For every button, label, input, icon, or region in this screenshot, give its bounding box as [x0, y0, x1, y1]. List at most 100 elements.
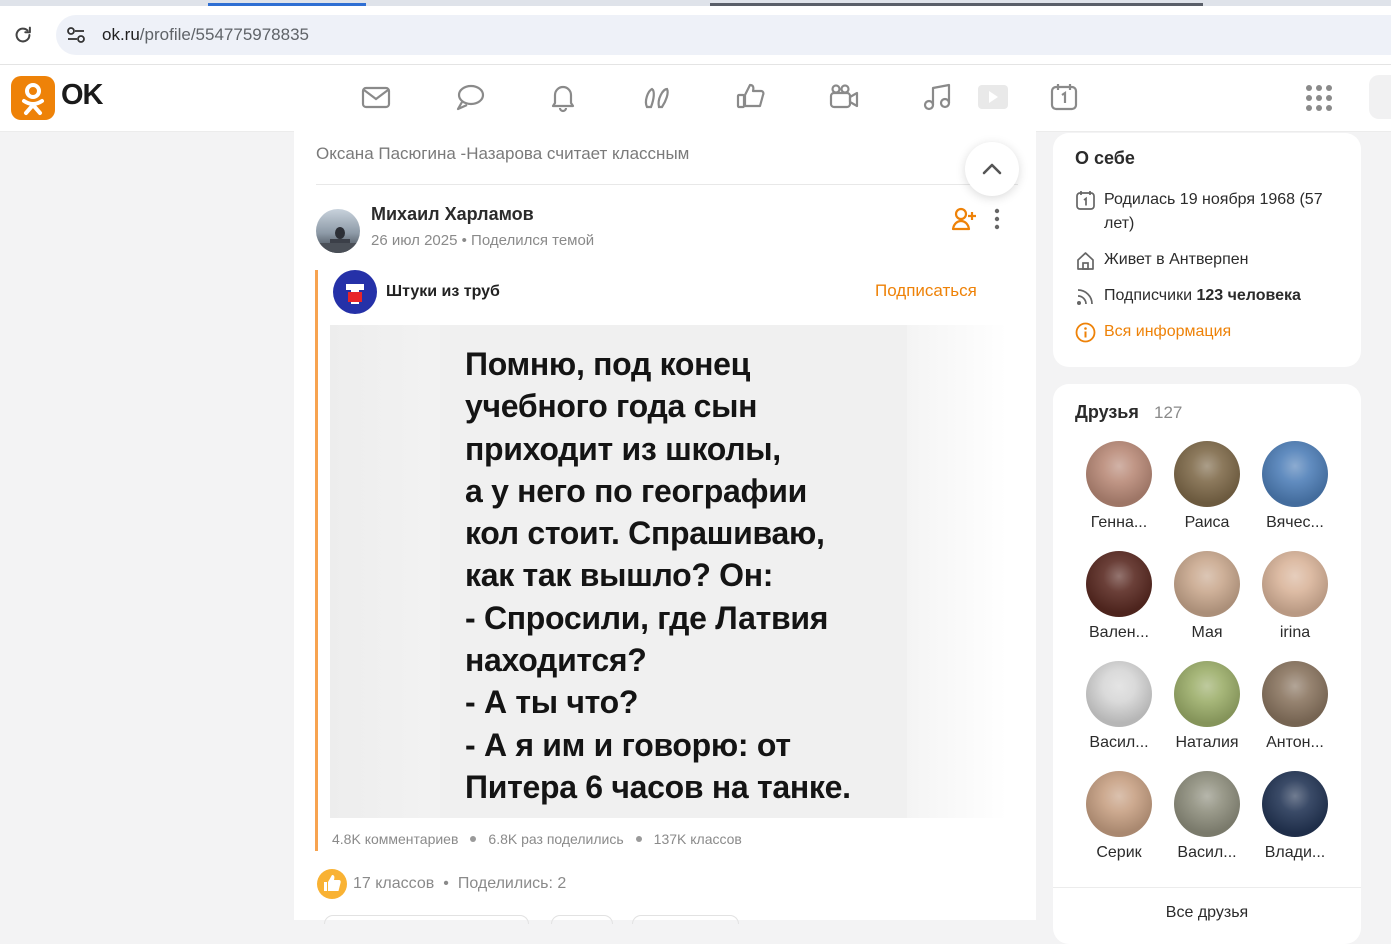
friends-card: Друзья 127 Генна... Раиса Вячес... Вален...… — [1053, 384, 1361, 944]
reactions-shared[interactable]: Поделились: 2 — [458, 875, 566, 892]
reload-icon[interactable] — [12, 24, 34, 46]
friend-name[interactable]: Генна... — [1075, 514, 1163, 532]
friend-avatar[interactable] — [1262, 661, 1328, 727]
post-date[interactable]: 26 июл 2025 — [371, 232, 457, 249]
friend-item[interactable]: Васил... — [1075, 661, 1163, 752]
friend-name[interactable]: Васил... — [1163, 844, 1251, 862]
author-name[interactable]: Михаил Харламов — [371, 204, 534, 225]
friend-avatar[interactable] — [1262, 551, 1328, 617]
friend-item[interactable]: Вален... — [1075, 551, 1163, 642]
bell-icon[interactable] — [547, 81, 579, 113]
post-text-line: приходит из школы, — [465, 430, 781, 467]
like-icon[interactable] — [735, 81, 767, 113]
friend-avatar[interactable] — [1174, 771, 1240, 837]
friend-avatar[interactable] — [1174, 551, 1240, 617]
friend-item[interactable]: Раиса — [1163, 441, 1251, 532]
add-friend-icon[interactable] — [951, 206, 977, 232]
post-meta: 26 июл 2025 • Поделился темой — [371, 232, 594, 249]
friend-avatar[interactable] — [1086, 441, 1152, 507]
all-friends-link[interactable]: Все друзья — [1053, 904, 1361, 922]
friend-item[interactable]: Наталия — [1163, 661, 1251, 752]
like-button[interactable] — [317, 869, 347, 899]
city-link[interactable]: Антверпен — [1169, 251, 1248, 268]
friend-avatar[interactable] — [1262, 441, 1328, 507]
user-menu-button[interactable] — [1369, 75, 1391, 119]
author-avatar[interactable] — [316, 209, 360, 253]
url-text: ok.ru/profile/554775978835 — [102, 25, 309, 44]
friends-title[interactable]: Друзья — [1075, 402, 1139, 423]
friend-item[interactable]: Мая — [1163, 551, 1251, 642]
all-info-link[interactable]: Вся информация — [1104, 320, 1354, 344]
friend-name[interactable]: Раиса — [1163, 514, 1251, 532]
friend-name[interactable]: irina — [1251, 624, 1339, 642]
about-card: О себе Родилась 19 ноября 1968 (57 лет) … — [1053, 133, 1361, 367]
friend-item[interactable]: Серик — [1075, 771, 1163, 862]
friend-name[interactable]: Наталия — [1163, 734, 1251, 752]
about-title: О себе — [1075, 148, 1135, 168]
info-icon — [1075, 322, 1096, 343]
friend-name[interactable]: Антон... — [1251, 734, 1339, 752]
post-text-line: кол стоит. Спрашиваю, — [465, 515, 825, 552]
friends-count: 127 — [1154, 403, 1183, 422]
friend-name[interactable]: Вален... — [1075, 624, 1163, 642]
divider — [1053, 887, 1361, 888]
reactions-likes[interactable]: 17 классов — [353, 875, 434, 892]
ok-logo-icon[interactable] — [11, 76, 55, 120]
comments-count[interactable]: 4.8K комментариев — [332, 831, 458, 847]
guests-icon[interactable] — [641, 81, 673, 113]
liked-by-note[interactable]: Оксана Пасюгина -Назарова считает классн… — [316, 144, 689, 164]
calendar-icon[interactable] — [1048, 81, 1080, 113]
post-text-line: Помню, под конец — [465, 346, 751, 382]
group-name[interactable]: Штуки из труб — [386, 283, 500, 301]
friend-name[interactable]: Серик — [1075, 844, 1163, 862]
meta-separator: • — [461, 232, 472, 249]
feed-post-card: Оксана Пасюгина -Назарова считает классн… — [294, 131, 1036, 924]
home-icon — [1075, 250, 1096, 271]
post-text-line: учебного года сын — [465, 388, 758, 425]
mail-icon[interactable] — [360, 81, 392, 113]
friend-item[interactable]: irina — [1251, 551, 1339, 642]
browser-address-bar: ok.ru/profile/554775978835 — [0, 6, 1391, 65]
url-field[interactable]: ok.ru/profile/554775978835 — [56, 15, 1391, 55]
post-action: Поделился темой — [471, 232, 595, 249]
post-text-line: - А я им и говорю: от — [465, 726, 791, 763]
post-text-line: а у него по географии — [465, 472, 807, 509]
rss-icon — [1075, 286, 1096, 307]
friend-avatar[interactable] — [1086, 661, 1152, 727]
subscribe-button[interactable]: Подписаться — [875, 281, 977, 301]
friend-item[interactable]: Вячес... — [1251, 441, 1339, 532]
play-icon[interactable] — [976, 81, 1008, 113]
city-text: Живет в Антверпен — [1104, 251, 1249, 268]
friend-item[interactable]: Генна... — [1075, 441, 1163, 532]
chat-icon[interactable] — [454, 81, 486, 113]
friend-avatar[interactable] — [1174, 661, 1240, 727]
group-avatar[interactable] — [333, 270, 377, 314]
friend-name[interactable]: Мая — [1163, 624, 1251, 642]
friend-name[interactable]: Влади... — [1251, 844, 1339, 862]
friend-avatar[interactable] — [1086, 771, 1152, 837]
site-settings-icon[interactable] — [66, 25, 86, 45]
friend-avatar[interactable] — [1174, 441, 1240, 507]
friend-item[interactable]: Антон... — [1251, 661, 1339, 752]
friend-name[interactable]: Вячес... — [1251, 514, 1339, 532]
calendar-icon — [1075, 190, 1096, 211]
friend-item[interactable]: Влади... — [1251, 771, 1339, 862]
post-image[interactable]: Помню, под конец учебного года сын прихо… — [330, 325, 1007, 818]
likes-count[interactable]: 137K классов — [654, 831, 742, 847]
thumbs-up-icon — [324, 875, 341, 891]
shares-count[interactable]: 6.8K раз поделились — [488, 831, 623, 847]
friend-avatar[interactable] — [1262, 771, 1328, 837]
video-icon[interactable] — [828, 81, 860, 113]
music-icon[interactable] — [921, 81, 953, 113]
friend-item[interactable]: Васил... — [1163, 771, 1251, 862]
scroll-up-button[interactable] — [965, 142, 1019, 196]
apps-grid-icon[interactable] — [1305, 84, 1333, 112]
logo-text[interactable]: OK — [61, 79, 103, 112]
chevron-up-icon — [982, 163, 1002, 175]
friend-name[interactable]: Васил... — [1075, 734, 1163, 752]
more-options-icon[interactable] — [990, 206, 1004, 232]
subscribers-text[interactable]: Подписчики 123 человека — [1104, 284, 1354, 308]
reactions-summary: 17 классов • Поделились: 2 — [353, 875, 566, 893]
divider — [316, 184, 1018, 185]
friend-avatar[interactable] — [1086, 551, 1152, 617]
